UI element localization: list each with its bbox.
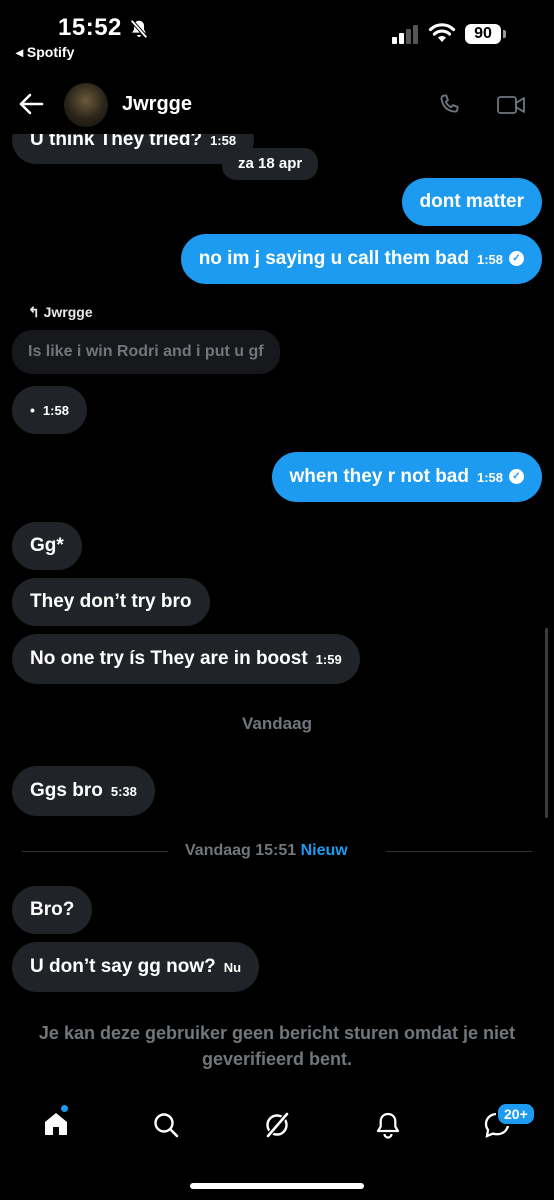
message-outgoing[interactable]: when they r not bad 1:58 ✓ <box>271 452 542 502</box>
read-check-icon: ✓ <box>509 251 524 267</box>
battery-indicator: 90 <box>465 24 501 44</box>
message-time: 1:58 <box>42 403 69 418</box>
battery-tip <box>503 30 506 38</box>
new-label: Nieuw <box>300 842 348 859</box>
message-text: No one try ís They are in boost <box>30 648 308 669</box>
conversation-name[interactable]: Jwrgge <box>122 93 192 116</box>
message-time: 1:58 <box>476 470 503 485</box>
status-time: 15:52 <box>58 14 122 41</box>
phone-icon[interactable] <box>436 92 462 118</box>
back-arrow-icon[interactable] <box>18 93 44 115</box>
message-text: They don’t try bro <box>30 591 192 612</box>
messages-badge: 20+ <box>496 1102 536 1126</box>
scrollbar[interactable] <box>545 628 548 818</box>
message-incoming[interactable]: U don’t say gg now? Nu <box>12 942 260 992</box>
message-time: 1:59 <box>315 652 342 667</box>
message-incoming[interactable]: They don’t try bro <box>12 578 210 626</box>
reply-author: Jwrgge <box>43 304 93 320</box>
search-icon[interactable] <box>152 1111 180 1139</box>
read-check-icon: ✓ <box>509 469 524 485</box>
video-call-icon[interactable] <box>496 92 526 118</box>
grok-icon[interactable] <box>262 1110 292 1140</box>
new-messages-separator: Vandaag 15:51 Nieuw <box>185 842 348 860</box>
notifications-icon[interactable] <box>374 1110 402 1140</box>
divider-right <box>386 851 532 852</box>
message-text: Gg* <box>30 535 64 556</box>
divider-left <box>22 851 168 852</box>
back-to-app-link[interactable]: ◂ Spotify <box>16 44 74 61</box>
message-text: Ggs bro <box>30 780 103 801</box>
message-text: no im j saying u call them bad <box>198 248 469 269</box>
reply-arrow-icon: ↰ <box>28 304 40 320</box>
reply-context: ↰ Jwrgge <box>28 304 93 321</box>
date-chip: za 18 apr <box>222 148 319 180</box>
message-text: dont matter <box>419 191 525 212</box>
cellular-signal-icon <box>392 25 418 44</box>
message-time: 5:38 <box>110 784 137 799</box>
wifi-icon <box>428 23 456 42</box>
message-outgoing[interactable]: no im j saying u call them bad 1:58 ✓ <box>180 234 542 284</box>
message-time: Nu <box>223 960 242 975</box>
message-text: when they r not bad <box>289 466 469 487</box>
home-icon[interactable] <box>42 1110 70 1138</box>
quoted-message[interactable]: Is like i win Rodri and i put u gf <box>12 330 280 374</box>
message-time: 1:58 <box>476 252 503 267</box>
home-indicator[interactable] <box>190 1183 364 1189</box>
message-text: Bro? <box>30 899 75 920</box>
home-unread-dot <box>61 1105 68 1112</box>
message-incoming[interactable]: • 1:58 <box>12 386 87 434</box>
message-incoming[interactable]: No one try ís They are in boost 1:59 <box>12 634 360 684</box>
date-separator: Vandaag <box>242 714 312 733</box>
message-incoming[interactable]: Ggs bro 5:38 <box>12 766 155 816</box>
message-text: U don’t say gg now? <box>30 956 216 977</box>
message-outgoing[interactable]: dont matter <box>401 178 542 226</box>
message-text: • <box>30 402 35 418</box>
message-time: 1:58 <box>210 133 237 148</box>
avatar[interactable] <box>64 83 108 127</box>
cannot-message-notice: Je kan deze gebruiker geen bericht sture… <box>38 1023 516 1069</box>
bell-off-icon <box>130 19 148 39</box>
message-incoming[interactable]: Gg* <box>12 522 82 570</box>
message-incoming[interactable]: Bro? <box>12 886 93 934</box>
new-separator-time: Vandaag 15:51 <box>185 842 297 859</box>
